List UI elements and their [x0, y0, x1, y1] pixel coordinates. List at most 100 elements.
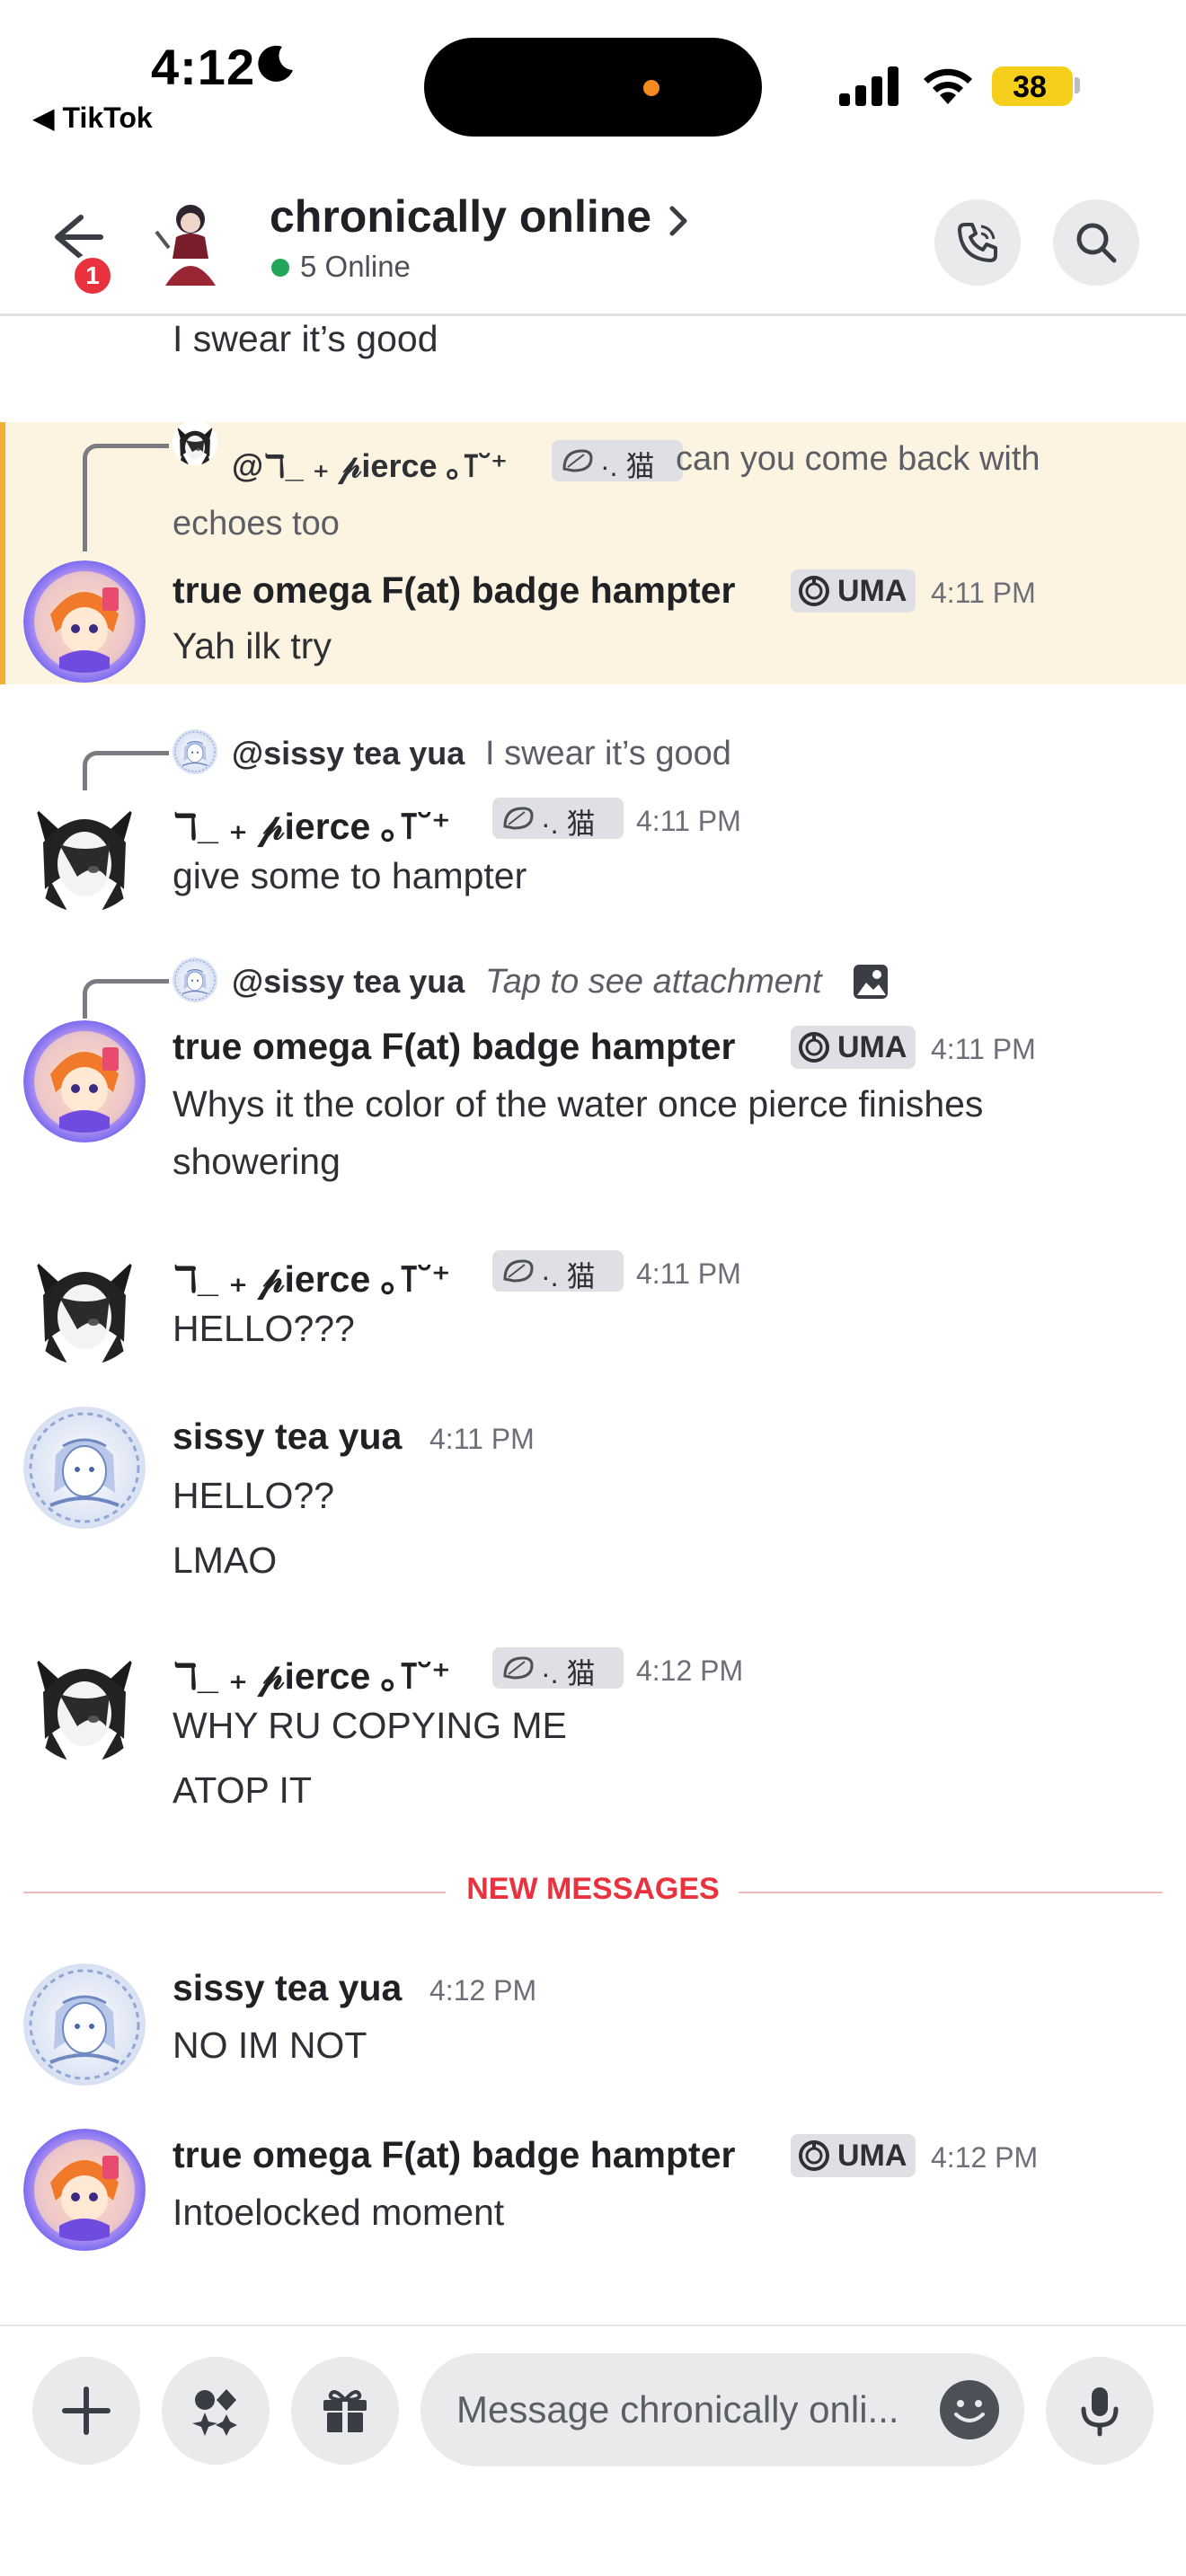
- leaf-icon: [501, 1654, 535, 1681]
- new-messages-divider: NEW MESSAGES: [466, 1872, 720, 1906]
- battery-indicator: 38: [992, 66, 1073, 106]
- server-tag: UMA: [791, 2134, 916, 2177]
- role-tag: ·. 猫: [492, 1250, 624, 1292]
- uma-tag-icon: [798, 1031, 830, 1063]
- group-avatar: [155, 205, 216, 286]
- voice-message-button[interactable]: [1046, 2357, 1154, 2465]
- message-composer: [0, 2325, 1186, 2576]
- channel-title[interactable]: chronically online: [270, 190, 651, 243]
- message-author[interactable]: sissy tea yua: [173, 1967, 402, 2009]
- server-tag: UMA: [791, 569, 916, 613]
- avatar[interactable]: [23, 1020, 146, 1142]
- message-timestamp: 4:11 PM: [636, 805, 741, 837]
- dynamic-island: [424, 38, 762, 137]
- avatar[interactable]: [23, 1640, 146, 1762]
- apps-icon: [192, 2389, 237, 2436]
- message-author[interactable]: ℸ_ ₊ 𝓅ierce ｡⊺˘⁺: [173, 1248, 451, 1302]
- avatar[interactable]: [23, 2129, 146, 2251]
- message-text: HELLO??: [173, 1475, 335, 1516]
- add-attachment-button[interactable]: [32, 2357, 140, 2465]
- message-text: WHY RU COPYING ME: [173, 1705, 567, 1746]
- microphone-icon: [1081, 2387, 1119, 2437]
- message-timestamp: 4:12 PM: [931, 2141, 1039, 2174]
- message-timestamp: 4:11 PM: [429, 1423, 535, 1455]
- reply-author[interactable]: @sissy tea yua: [232, 735, 465, 772]
- avatar[interactable]: [23, 1963, 146, 2086]
- avatar[interactable]: [23, 790, 146, 913]
- message-input[interactable]: [456, 2378, 942, 2441]
- battery-level: 38: [1013, 70, 1047, 104]
- wifi-icon: [924, 68, 972, 104]
- leaf-icon: [561, 447, 595, 474]
- channel-header: 1 chronically online 5 Online: [0, 153, 1186, 316]
- reply-author[interactable]: @ℸ_ ₊ 𝓅ierce ｡⊺˘⁺: [232, 440, 508, 487]
- avatar[interactable]: [23, 560, 146, 683]
- smiley-icon: [954, 2400, 985, 2422]
- message-text: LMAO: [173, 1539, 278, 1581]
- message-timestamp: 4:11 PM: [931, 1033, 1036, 1065]
- message-text: give some to hampter: [173, 855, 527, 896]
- search-button[interactable]: [1053, 199, 1139, 286]
- message-author[interactable]: sissy tea yua: [173, 1416, 402, 1458]
- gift-button[interactable]: [291, 2357, 399, 2465]
- reply-connector: [83, 444, 169, 551]
- message-author[interactable]: true omega F(at) badge hampter: [173, 569, 735, 612]
- reply-preview-cont[interactable]: echoes too: [173, 505, 340, 543]
- reply-preview[interactable]: I swear it’s good: [485, 735, 731, 773]
- role-tag: ·. 猫: [492, 1647, 624, 1689]
- message-timestamp: 4:12 PM: [429, 1974, 537, 2007]
- message-author[interactable]: ℸ_ ₊ 𝓅ierce ｡⊺˘⁺: [173, 796, 451, 850]
- clock: 4:12: [151, 39, 256, 95]
- reply-preview[interactable]: Tap to see attachment: [485, 963, 822, 1001]
- message-text: Yah ilk try: [173, 625, 332, 666]
- avatar[interactable]: [23, 1407, 146, 1529]
- online-status-dot: [271, 259, 289, 277]
- message-text: I swear it’s good: [173, 318, 438, 359]
- message-text: Whys it the color of the water once pier…: [173, 1083, 984, 1125]
- reply-preview[interactable]: can you come back with: [676, 440, 1040, 479]
- reply-avatar: [173, 420, 217, 465]
- role-tag: ·. 猫: [552, 440, 683, 482]
- reply-avatar: [173, 729, 217, 774]
- message-author[interactable]: true omega F(at) badge hampter: [173, 1026, 735, 1068]
- voice-call-button[interactable]: [934, 199, 1021, 286]
- phone-icon: [958, 223, 997, 262]
- search-icon: [1076, 223, 1117, 263]
- apps-button[interactable]: [162, 2357, 270, 2465]
- reply-connector: [83, 979, 169, 1019]
- image-attachment-icon: [854, 965, 888, 999]
- message-input-wrapper: [420, 2353, 1024, 2466]
- message-author[interactable]: ℸ_ ₊ 𝓅ierce ｡⊺˘⁺: [173, 1645, 451, 1699]
- reply-author[interactable]: @sissy tea yua: [232, 963, 465, 1001]
- server-tag: UMA: [791, 1026, 916, 1069]
- gift-icon: [323, 2390, 367, 2432]
- message-timestamp: 4:12 PM: [636, 1654, 744, 1687]
- online-count: 5 Online: [300, 250, 411, 283]
- status-bar: 4:12 ◀ TikTok 38: [0, 0, 1186, 153]
- avatar[interactable]: [23, 1243, 146, 1365]
- message-timestamp: 4:11 PM: [931, 577, 1036, 609]
- plus-icon: [62, 2386, 111, 2435]
- moon-icon: [258, 45, 293, 82]
- reply-avatar: [173, 957, 217, 1002]
- message-text: Intoelocked moment: [173, 2192, 505, 2233]
- uma-tag-icon: [798, 575, 830, 607]
- battery-cap: [1075, 77, 1080, 93]
- leaf-icon: [501, 805, 535, 832]
- message-text: HELLO???: [173, 1308, 355, 1349]
- back-to-app-link[interactable]: ◀ TikTok: [32, 101, 153, 135]
- new-messages-line-right: [739, 1892, 1163, 1893]
- emoji-button[interactable]: [940, 2380, 999, 2439]
- privacy-indicator-dot: [643, 80, 659, 96]
- chevron-right-icon[interactable]: [665, 203, 692, 239]
- message-text: NO IM NOT: [173, 2025, 367, 2066]
- message-text: showering: [173, 1141, 341, 1182]
- new-messages-line-left: [23, 1892, 446, 1893]
- cellular-signal-icon: [839, 66, 898, 106]
- message-timestamp: 4:11 PM: [636, 1257, 741, 1290]
- message-author[interactable]: true omega F(at) badge hampter: [173, 2134, 735, 2176]
- leaf-icon: [501, 1257, 535, 1284]
- unread-badge: 1: [70, 253, 115, 298]
- role-tag: ·. 猫: [492, 798, 624, 840]
- uma-tag-icon: [798, 2139, 830, 2172]
